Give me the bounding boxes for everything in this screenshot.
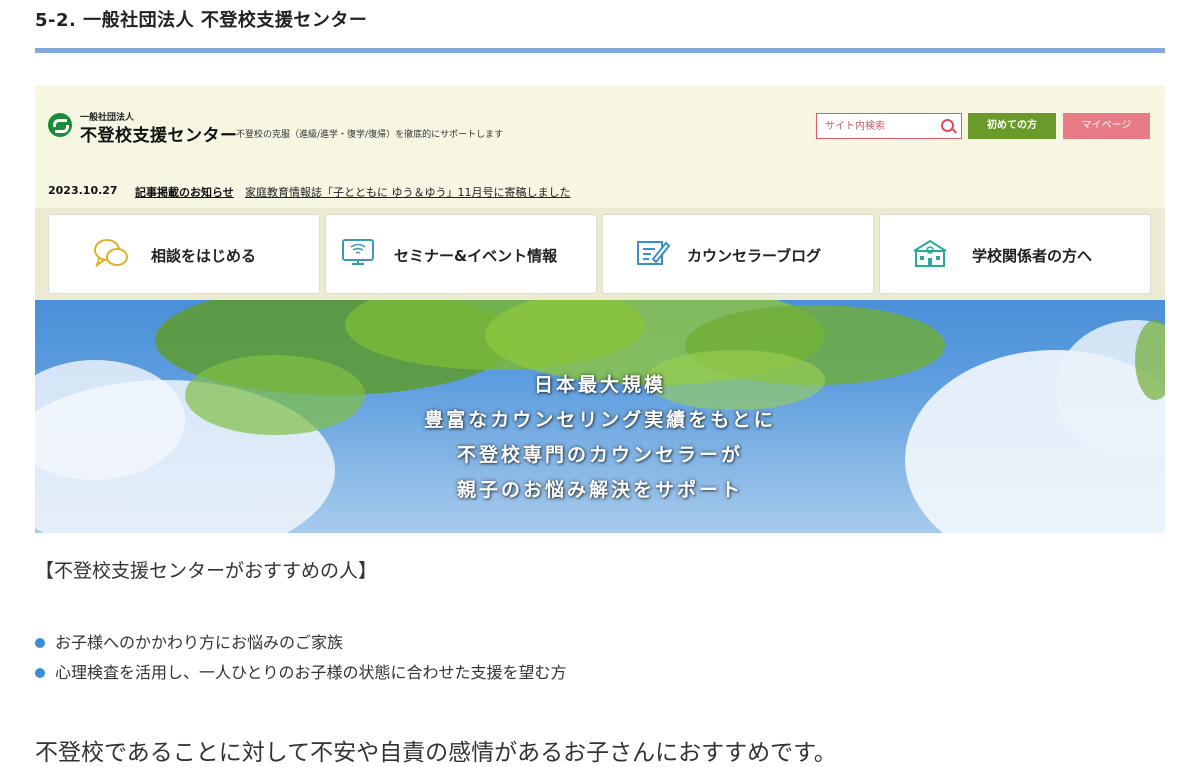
hero-line: 豊富なカウンセリング実績をもとに: [424, 409, 776, 431]
site-nav: 相談をはじめる セミナー&イベント情報 カウンセラーブログ 学校関係者の方へ: [35, 208, 1165, 300]
monitor-icon: [342, 239, 374, 265]
nav-label-seminar: セミナー&イベント情報: [394, 247, 558, 265]
news-bar: 2023.10.27 記事掲載のお知らせ 家庭教育情報誌「子とともに ゆう＆ゆう…: [35, 173, 1165, 208]
site-header: 一般社団法人 不登校支援センター 不登校の克服（進級/進学・復学/復帰）を徹底的…: [35, 86, 1165, 174]
site-screenshot: 一般社団法人 不登校支援センター 不登校の克服（進級/進学・復学/復帰）を徹底的…: [35, 86, 1165, 533]
school-icon: [913, 239, 947, 267]
hero-line: 親子のお悩み解決をサポート: [456, 479, 743, 501]
list-item: 心理検査を活用し、一人ひとりのお子様の状態に合わせた支援を望む方: [35, 658, 567, 688]
pen-note-icon: [637, 241, 671, 265]
chat-bubbles-icon: [94, 239, 128, 268]
nav-label-school: 学校関係者の方へ: [972, 247, 1093, 265]
mypage-button[interactable]: マイページ: [1063, 113, 1150, 139]
hero-line: 不登校専門のカウンセラーが: [456, 444, 743, 466]
news-link[interactable]: 家庭教育情報誌「子とともに ゆう＆ゆう」11月号に寄稿しました: [245, 184, 571, 200]
section-divider: [35, 48, 1165, 53]
hero-line: 日本最大規模: [533, 374, 666, 396]
news-date: 2023.10.27: [48, 184, 118, 197]
nav-label-consult: 相談をはじめる: [151, 247, 257, 265]
nav-label-blog: カウンセラーブログ: [687, 247, 822, 265]
nav-item-seminar[interactable]: セミナー&イベント情報: [325, 214, 597, 294]
nav-item-consult[interactable]: 相談をはじめる: [48, 214, 320, 294]
news-category-link[interactable]: 記事掲載のお知らせ: [135, 184, 234, 200]
list-item: お子様へのかかわり方にお悩みのご家族: [35, 628, 567, 658]
nav-item-blog[interactable]: カウンセラーブログ: [602, 214, 874, 294]
closing-paragraph: 不登校であることに対して不安や自責の感情があるお子さんにおすすめです。: [35, 740, 837, 766]
first-visit-button[interactable]: 初めての方: [968, 113, 1056, 139]
logo-title[interactable]: 不登校支援センター: [80, 121, 238, 146]
search-input[interactable]: [817, 114, 935, 139]
search-icon[interactable]: [941, 119, 954, 132]
site-tagline: 不登校の克服（進級/進学・復学/復帰）を徹底的にサポートします: [236, 130, 504, 140]
site-search[interactable]: [816, 113, 962, 139]
recommend-list: お子様へのかかわり方にお悩みのご家族 心理検査を活用し、一人ひとりのお子様の状態…: [35, 628, 567, 688]
bullet-icon: [35, 668, 45, 678]
section-heading: 5-2. 一般社団法人 不登校支援センター: [35, 10, 368, 31]
hero-banner: 日本最大規模 豊富なカウンセリング実績をもとに 不登校専門のカウンセラーが 親子…: [35, 300, 1165, 533]
list-item-text: お子様へのかかわり方にお悩みのご家族: [55, 633, 344, 652]
logo-icon[interactable]: [48, 113, 72, 137]
bullet-icon: [35, 638, 45, 648]
nav-item-school[interactable]: 学校関係者の方へ: [879, 214, 1151, 294]
list-item-text: 心理検査を活用し、一人ひとりのお子様の状態に合わせた支援を望む方: [55, 663, 567, 682]
recommend-title: 【不登校支援センターがおすすめの人】: [35, 560, 378, 582]
